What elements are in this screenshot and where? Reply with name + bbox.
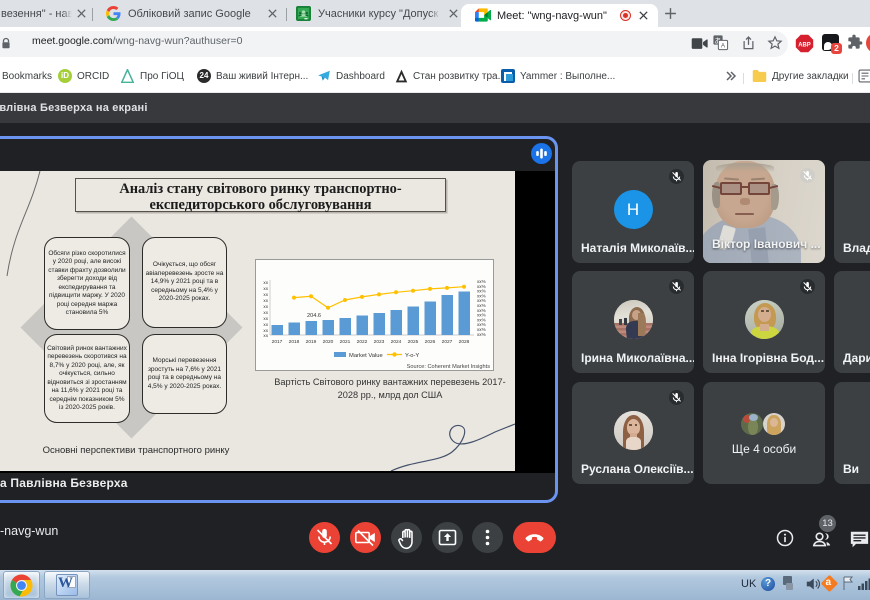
svg-text:2019: 2019 [306,339,317,345]
svg-text:xx: xx [263,316,268,321]
svg-text:xx: xx [263,280,268,285]
svg-text:xx: xx [263,333,268,338]
svg-text:2022: 2022 [357,339,368,345]
svg-text:2025: 2025 [408,339,419,345]
svg-text:204.6: 204.6 [307,313,321,319]
svg-text:2020: 2020 [323,339,334,345]
svg-text:2027: 2027 [442,339,453,345]
svg-text:2021: 2021 [340,339,351,345]
svg-text:xx: xx [263,292,268,297]
svg-text:xx: xx [263,298,268,303]
svg-text:xx: xx [263,310,268,315]
svg-text:2018: 2018 [289,339,300,345]
svg-text:xx: xx [263,322,268,327]
svg-text:2024: 2024 [391,339,402,345]
svg-text:Source: Coherent Market Insigh: Source: Coherent Market Insights [407,364,491,370]
svg-text:2026: 2026 [425,339,436,345]
svg-text:2023: 2023 [374,339,385,345]
svg-text:xx: xx [263,304,268,309]
svg-text:2017: 2017 [272,339,283,345]
svg-text:Y-o-Y: Y-o-Y [405,353,419,359]
svg-text:xx: xx [263,286,268,291]
svg-text:2028: 2028 [459,339,470,345]
svg-text:Market Value: Market Value [349,353,383,359]
svg-text:xx%: xx% [477,332,486,337]
svg-text:ABP: ABP [798,42,811,48]
